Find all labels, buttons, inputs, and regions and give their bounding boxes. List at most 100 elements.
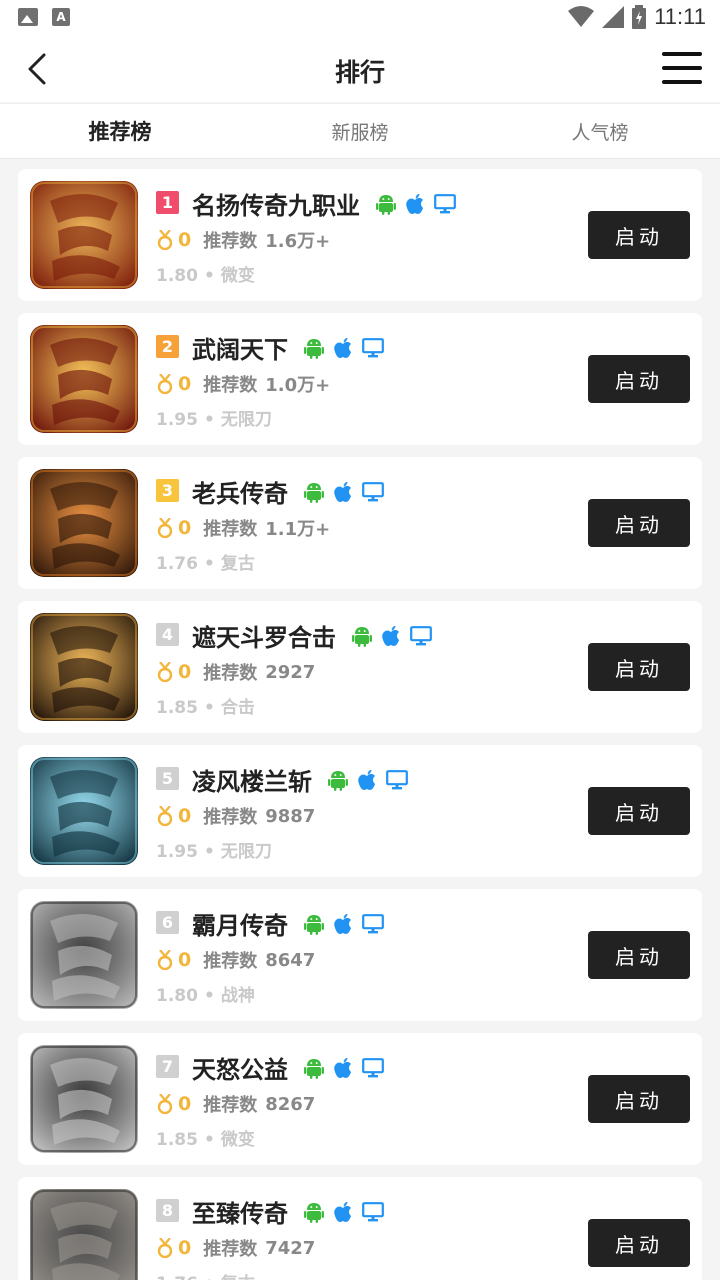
- separator-dot: •: [203, 554, 215, 574]
- game-title[interactable]: 霸月传奇: [192, 906, 288, 941]
- android-icon: [304, 338, 324, 359]
- recommend-label: 推荐数: [203, 663, 258, 684]
- platform-icons: [328, 769, 408, 791]
- rank-badge: 3: [156, 479, 179, 502]
- separator-dot: •: [204, 1274, 215, 1280]
- coin-count: 0: [178, 517, 192, 539]
- image-notification-icon: [18, 8, 38, 26]
- game-version: 1.76: [156, 1274, 198, 1280]
- game-cover[interactable]: [30, 1045, 138, 1153]
- game-card[interactable]: 4 遮天斗罗合击 0 推荐数 2927 1.85 • 合击 启动: [18, 601, 702, 733]
- game-version: 1.80: [156, 266, 198, 286]
- game-card[interactable]: 7 天怒公益 0 推荐数 8267 1.85 • 微变 启动: [18, 1033, 702, 1165]
- game-title[interactable]: 名扬传奇九职业: [192, 186, 360, 221]
- game-title-row: 遮天斗罗合击: [192, 618, 432, 653]
- start-button[interactable]: 启动: [588, 643, 690, 691]
- recommend-count: 1.0万+: [265, 375, 331, 396]
- game-version: 1.95: [156, 842, 198, 862]
- rank-badge: 6: [156, 911, 179, 934]
- separator-dot: •: [203, 1130, 215, 1150]
- tab-popularity[interactable]: 人气榜: [480, 104, 720, 158]
- apple-icon: [406, 193, 423, 214]
- recommend-count: 8647: [265, 949, 316, 971]
- game-title-row: 武阔天下: [192, 330, 384, 365]
- separator-dot: •: [203, 842, 215, 862]
- game-title[interactable]: 老兵传奇: [192, 474, 288, 509]
- menu-button[interactable]: [662, 50, 702, 86]
- page-title: 排行: [334, 58, 385, 87]
- game-cover[interactable]: [30, 613, 138, 721]
- game-cover[interactable]: [30, 1189, 138, 1280]
- game-cover[interactable]: [30, 757, 138, 865]
- recommend-count: 1.1万+: [265, 519, 331, 540]
- menu-icon-bar: [662, 66, 702, 70]
- recommend-count: 9887: [265, 805, 316, 827]
- game-card[interactable]: 1 名扬传奇九职业 0 推荐数 1.6万+ 1.80 • 微变 启动: [18, 169, 702, 301]
- game-version-row: 1.85 • 微变: [156, 1125, 255, 1150]
- apple-icon: [334, 1057, 351, 1078]
- game-meta: 0 推荐数 2927: [156, 659, 315, 685]
- coin-count: 0: [178, 805, 192, 827]
- start-button[interactable]: 启动: [588, 499, 690, 547]
- game-cover[interactable]: [30, 325, 138, 433]
- tab-new-server[interactable]: 新服榜: [240, 104, 480, 158]
- game-cover[interactable]: [30, 469, 138, 577]
- game-title[interactable]: 武阔天下: [192, 330, 288, 365]
- game-tag: 复古: [220, 554, 255, 574]
- game-tag: 战神: [220, 986, 255, 1006]
- separator-dot: •: [203, 698, 215, 718]
- game-meta: 0 推荐数 1.6万+: [156, 227, 330, 253]
- game-card[interactable]: 3 老兵传奇 0 推荐数 1.1万+ 1.76 • 复古 启动: [18, 457, 702, 589]
- pc-icon: [362, 337, 384, 357]
- recommend-count: 2927: [265, 661, 316, 683]
- pc-icon: [362, 481, 384, 501]
- game-tag: 无限刀: [220, 842, 272, 862]
- coin-count: 0: [178, 661, 192, 683]
- recommend-count: 8267: [265, 1093, 316, 1115]
- game-meta: 0 推荐数 9887: [156, 803, 315, 829]
- game-cover-art: [30, 757, 138, 865]
- platform-icons: [304, 913, 384, 935]
- menu-icon-bar: [662, 80, 702, 84]
- game-title[interactable]: 至臻传奇: [192, 1194, 288, 1229]
- tab-recommend[interactable]: 推荐榜: [0, 104, 240, 158]
- start-button[interactable]: 启动: [588, 931, 690, 979]
- game-card[interactable]: 6 霸月传奇 0 推荐数 8647 1.80 • 战神 启动: [18, 889, 702, 1021]
- game-title[interactable]: 天怒公益: [192, 1050, 288, 1085]
- medal-icon: [157, 950, 173, 970]
- start-button[interactable]: 启动: [588, 1219, 690, 1267]
- game-card[interactable]: 5 凌风楼兰斩 0 推荐数 9887 1.95 • 无限刀 启动: [18, 745, 702, 877]
- game-version: 1.95: [156, 410, 198, 430]
- recommend-label: 推荐数: [203, 375, 258, 396]
- android-icon: [352, 626, 372, 647]
- game-card[interactable]: 2 武阔天下 0 推荐数 1.0万+ 1.95 • 无限刀 启动: [18, 313, 702, 445]
- battery-icon: [632, 5, 647, 29]
- pc-icon: [410, 625, 432, 645]
- start-button[interactable]: 启动: [588, 355, 690, 403]
- game-cover-art: [30, 1045, 138, 1153]
- game-card[interactable]: 8 至臻传奇0 推荐数 7427 1.76 • 复古 启动: [18, 1177, 702, 1280]
- apple-icon: [334, 1201, 351, 1222]
- menu-icon-bar: [662, 52, 702, 56]
- coin-count: 0: [178, 1237, 192, 1259]
- game-title-row: 凌风楼兰斩: [192, 762, 408, 797]
- recommend-count: 7427: [265, 1237, 316, 1259]
- start-button[interactable]: 启动: [588, 787, 690, 835]
- recommend-label: 推荐数: [203, 1239, 258, 1260]
- apple-icon: [334, 337, 351, 358]
- game-title[interactable]: 遮天斗罗合击: [192, 618, 336, 653]
- start-button[interactable]: 启动: [588, 1075, 690, 1123]
- game-title-row: 天怒公益: [192, 1050, 384, 1085]
- game-cover[interactable]: [30, 901, 138, 1009]
- wifi-icon: [568, 6, 595, 27]
- game-title[interactable]: 凌风楼兰斩: [192, 762, 312, 797]
- game-tag: 合击: [220, 698, 255, 718]
- pc-icon: [362, 1201, 384, 1221]
- back-button[interactable]: [14, 46, 60, 92]
- game-cover[interactable]: [30, 181, 138, 289]
- chevron-left-icon: [28, 53, 46, 85]
- rank-badge: 2: [156, 335, 179, 358]
- game-meta: 0 推荐数 8267: [156, 1091, 315, 1117]
- start-button[interactable]: 启动: [588, 211, 690, 259]
- game-cover-art: [30, 325, 138, 433]
